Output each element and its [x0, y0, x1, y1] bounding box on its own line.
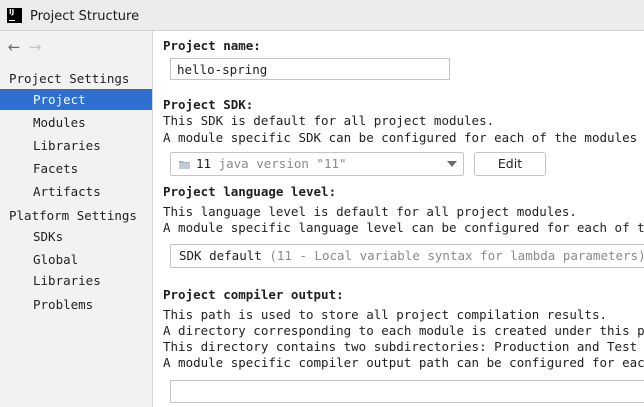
chevron-down-icon: [447, 161, 457, 167]
main-panel: Project name: Project SDK: This SDK is d…: [153, 31, 644, 407]
intellij-logo-icon: IJ: [7, 8, 22, 23]
language-level-description-line-2: A module specific language level can be …: [163, 220, 644, 235]
project-sdk-description-line-1: This SDK is default for all project modu…: [163, 113, 495, 128]
navigation-arrows: ← →: [6, 39, 48, 57]
sidebar-item-facets[interactable]: Facets: [0, 158, 152, 179]
language-level-description-line-1: This language level is default for all p…: [163, 204, 577, 219]
language-level-detail: (11 - Local variable syntax for lambda p…: [269, 248, 644, 263]
sidebar-item-problems[interactable]: Problems: [0, 294, 152, 315]
title-bar: IJ Project Structure: [0, 0, 644, 31]
project-structure-window: IJ Project Structure ← → Project Settings…: [0, 0, 644, 407]
sidebar-item-global-libraries[interactable]: Global Libraries: [0, 249, 152, 288]
window-title: Project Structure: [30, 9, 140, 24]
compiler-output-description-line-1: This path is used to store all project c…: [163, 307, 608, 322]
sidebar-heading-platform-settings: Platform Settings: [9, 208, 137, 223]
language-level-value: SDK default: [179, 248, 262, 263]
folder-icon: [179, 161, 190, 169]
project-name-label: Project name:: [163, 38, 261, 53]
sidebar-item-libraries[interactable]: Libraries: [0, 135, 152, 156]
project-sdk-select[interactable]: 11 java version "11": [170, 152, 464, 176]
sidebar-item-modules[interactable]: Modules: [0, 112, 152, 133]
edit-sdk-button[interactable]: Edit: [474, 152, 546, 176]
arrow-right-icon[interactable]: →: [27, 39, 43, 55]
project-sdk-description-line-2: A module specific SDK can be configured …: [163, 130, 644, 145]
sdk-version: 11: [196, 156, 212, 171]
sidebar: ← → Project Settings Project Modules Libr…: [0, 31, 153, 407]
sidebar-item-sdks[interactable]: SDKs: [0, 226, 152, 247]
sidebar-heading-project-settings: Project Settings: [9, 71, 130, 86]
project-language-level-label: Project language level:: [163, 184, 337, 199]
project-name-input[interactable]: [170, 58, 450, 80]
language-level-select[interactable]: SDK default (11 - Local variable syntax …: [170, 244, 644, 268]
compiler-output-description-line-3: This directory contains two subdirectori…: [163, 339, 644, 354]
sidebar-item-artifacts[interactable]: Artifacts: [0, 181, 152, 202]
sdk-version-detail: java version "11": [218, 156, 347, 171]
arrow-left-icon[interactable]: ←: [6, 39, 22, 55]
sidebar-item-project[interactable]: Project: [0, 89, 152, 110]
project-sdk-label: Project SDK:: [163, 97, 254, 112]
compiler-output-label: Project compiler output:: [163, 287, 344, 302]
compiler-output-description-line-4: A module specific compiler output path c…: [163, 355, 644, 370]
compiler-output-input[interactable]: [170, 380, 644, 403]
compiler-output-description-line-2: A directory corresponding to each module…: [163, 323, 644, 338]
